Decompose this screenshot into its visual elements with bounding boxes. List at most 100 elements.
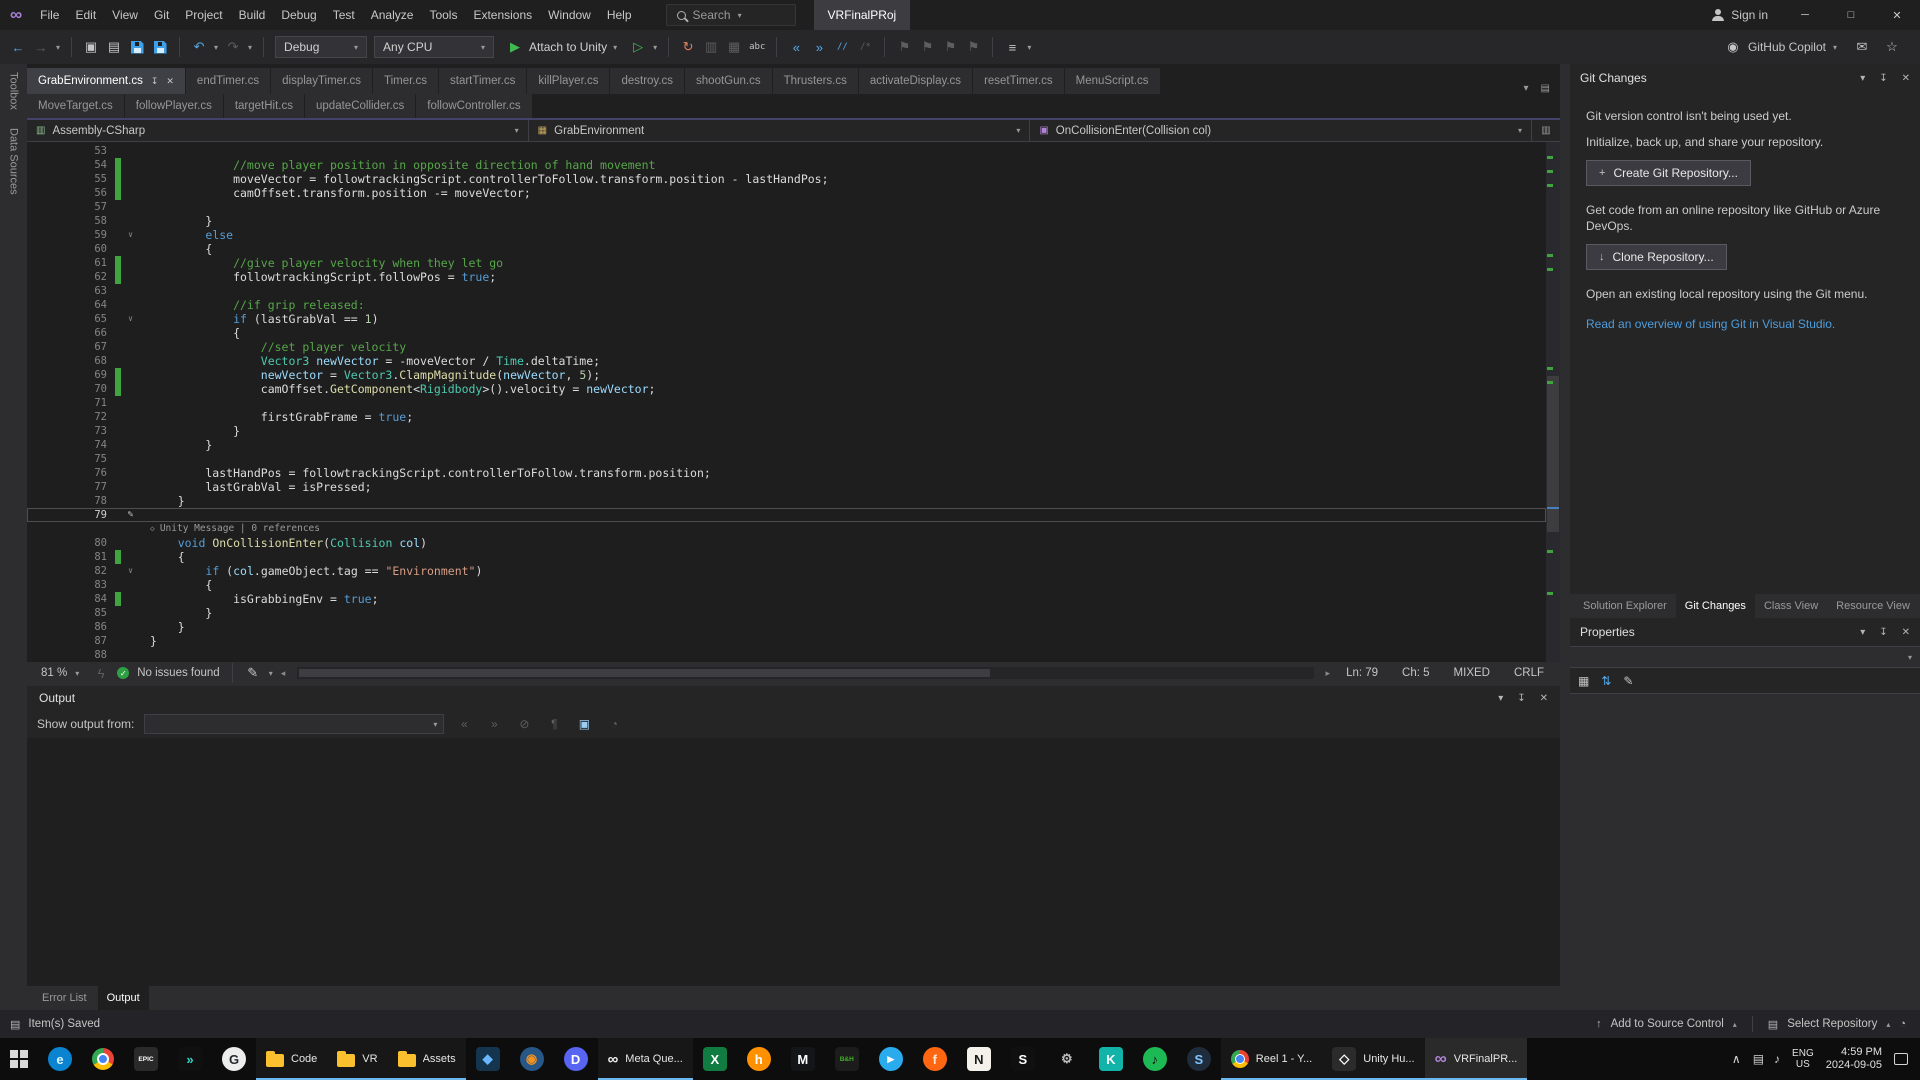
undo-caret-icon[interactable]: ▾: [214, 43, 218, 52]
tab-menuscript-cs[interactable]: MenuScript.cs: [1065, 68, 1160, 94]
output-panel-body[interactable]: [27, 738, 1560, 986]
toolbar-options-caret-icon[interactable]: ▾: [1027, 43, 1031, 52]
clone-repository-button[interactable]: ↓ Clone Repository...: [1586, 244, 1727, 270]
properties-object-combobox[interactable]: ▾: [1570, 646, 1920, 668]
code-editor[interactable]: 5354 //move player position in opposite …: [27, 142, 1560, 662]
fold-chevron-icon[interactable]: ∨: [121, 228, 140, 242]
reel-browser-window[interactable]: Reel 1 - Y...: [1221, 1038, 1322, 1080]
notification-center-icon[interactable]: [1894, 1053, 1908, 1065]
tab-starttimer-cs[interactable]: startTimer.cs: [439, 68, 526, 94]
navigate-back-icon[interactable]: ←: [10, 37, 26, 57]
code-row[interactable]: 74 }: [27, 438, 1546, 452]
vr-folder-window[interactable]: VR: [327, 1038, 387, 1080]
code-row[interactable]: 79✎: [27, 508, 1546, 522]
attach-to-unity-button[interactable]: ▶ Attach to Unity ▾: [501, 35, 623, 59]
tab-targethit-cs[interactable]: targetHit.cs: [224, 94, 304, 118]
minimize-button[interactable]: ─: [1782, 0, 1828, 30]
notion-icon[interactable]: N: [957, 1038, 1001, 1080]
git-close-icon[interactable]: ✕: [1902, 73, 1910, 84]
create-git-repository-button[interactable]: + Create Git Repository...: [1586, 160, 1751, 186]
bottom-tab-error-list[interactable]: Error List: [33, 986, 96, 1010]
panel-tab-class-view[interactable]: Class View: [1755, 594, 1827, 618]
output-next-message-icon[interactable]: »: [484, 717, 504, 731]
code-row[interactable]: 56 camOffset.transform.position -= moveV…: [27, 186, 1546, 200]
line-ending-indicator[interactable]: CRLF: [1506, 667, 1552, 679]
undo-icon[interactable]: ↶: [191, 37, 207, 57]
new-file-icon[interactable]: ▣: [83, 37, 99, 57]
sidebar-tab-toolbox[interactable]: Toolbox: [8, 72, 20, 110]
code-row[interactable]: 55 moveVector = followtrackingScript.con…: [27, 172, 1546, 186]
code-row[interactable]: 53: [27, 144, 1546, 158]
redo-caret-icon[interactable]: ▾: [248, 43, 252, 52]
output-pin-icon[interactable]: ↧: [1517, 693, 1525, 704]
code-row[interactable]: 58 }: [27, 214, 1546, 228]
favorites-icon[interactable]: ☆: [1884, 37, 1900, 57]
code-row[interactable]: 59∨ else: [27, 228, 1546, 242]
indent-increase-icon[interactable]: »: [811, 37, 827, 57]
start-caret-icon[interactable]: ▾: [653, 43, 657, 52]
honey-icon[interactable]: h: [737, 1038, 781, 1080]
pin-tab-icon[interactable]: ↧: [151, 76, 159, 87]
split-editor-icon[interactable]: ▥: [1532, 120, 1560, 141]
sidebar-tab-data-sources[interactable]: Data Sources: [8, 128, 20, 195]
menu-project[interactable]: Project: [177, 0, 230, 30]
editor-vertical-scrollbar[interactable]: [1546, 142, 1560, 662]
menu-edit[interactable]: Edit: [67, 0, 104, 30]
telegram-icon[interactable]: ▸: [869, 1038, 913, 1080]
hscroll-thumb[interactable]: [299, 669, 990, 677]
code-row[interactable]: 76 lastHandPos = followtrackingScript.co…: [27, 466, 1546, 480]
code-row[interactable]: 86 }: [27, 620, 1546, 634]
open-documents-list-icon[interactable]: ▾: [1524, 83, 1529, 94]
firefox-icon[interactable]: f: [913, 1038, 957, 1080]
output-source-select[interactable]: ▾: [144, 714, 444, 734]
output-clear-all-icon[interactable]: ⊘: [514, 717, 534, 731]
menu-analyze[interactable]: Analyze: [363, 0, 422, 30]
menu-build[interactable]: Build: [231, 0, 274, 30]
excel-icon[interactable]: X: [693, 1038, 737, 1080]
taskbar-clock[interactable]: 4:59 PM 2024-09-05: [1826, 1046, 1882, 1072]
redo-icon[interactable]: ↷: [225, 37, 241, 57]
fold-chevron-icon[interactable]: ∨: [121, 312, 140, 326]
break-all-icon[interactable]: ▥: [703, 37, 719, 57]
file-structure-icon[interactable]: ▦: [726, 37, 742, 57]
code-row[interactable]: 71: [27, 396, 1546, 410]
properties-categorized-icon[interactable]: ▦: [1578, 674, 1589, 688]
tab-killplayer-cs[interactable]: killPlayer.cs: [527, 68, 609, 94]
code-row[interactable]: 81 {: [27, 550, 1546, 564]
encoding-indicator[interactable]: MIXED: [1446, 667, 1498, 679]
output-window-position-icon[interactable]: ▾: [1498, 693, 1503, 704]
tab-shootgun-cs[interactable]: shootGun.cs: [685, 68, 772, 94]
properties-property-pages-icon[interactable]: ✎: [1623, 674, 1633, 688]
editor-health-icon[interactable]: ϟ: [93, 663, 109, 683]
code-cleanup-caret-icon[interactable]: ▾: [269, 669, 273, 678]
notifications-bell-icon[interactable]: ◔: [1899, 1018, 1906, 1030]
properties-alphabetical-icon[interactable]: ⇅: [1601, 674, 1611, 688]
language-indicator[interactable]: ENG US: [1792, 1048, 1814, 1070]
toolbar-options-icon[interactable]: ≡: [1004, 37, 1020, 57]
select-repository-caret-icon[interactable]: ▴: [1886, 1020, 1890, 1029]
chrome-icon[interactable]: [82, 1038, 124, 1080]
menu-window[interactable]: Window: [540, 0, 599, 30]
start-button[interactable]: [0, 1038, 38, 1080]
edge-browser-icon[interactable]: e: [38, 1038, 82, 1080]
output-prev-message-icon[interactable]: «: [454, 717, 474, 731]
panel-tab-git-changes[interactable]: Git Changes: [1676, 594, 1755, 618]
code-row[interactable]: 65∨ if (lastGrabVal == 1): [27, 312, 1546, 326]
github-copilot-button[interactable]: ◉ GitHub Copilot ▾: [1725, 37, 1837, 57]
output-toggle-window-icon[interactable]: ▣: [574, 717, 594, 731]
asset-store-icon[interactable]: ◆: [466, 1038, 510, 1080]
code-row[interactable]: 70 camOffset.GetComponent<Rigidbody>().v…: [27, 382, 1546, 396]
code-row[interactable]: 83 {: [27, 578, 1546, 592]
code-row[interactable]: 77 lastGrabVal = isPressed;: [27, 480, 1546, 494]
bookmark-toggle-icon[interactable]: ⚑: [896, 37, 912, 57]
code-row[interactable]: 54 //move player position in opposite di…: [27, 158, 1546, 172]
code-row[interactable]: 66 {: [27, 326, 1546, 340]
code-row[interactable]: 67 //set player velocity: [27, 340, 1546, 354]
panel-tab-solution-explorer[interactable]: Solution Explorer: [1574, 594, 1676, 618]
code-row[interactable]: 87}: [27, 634, 1546, 648]
column-indicator[interactable]: Ch: 5: [1394, 667, 1438, 679]
git-overview-link[interactable]: Read an overview of using Git in Visual …: [1586, 316, 1835, 332]
editor-horizontal-scrollbar[interactable]: [297, 667, 1313, 679]
bookmark-window-icon[interactable]: ⚑: [965, 37, 981, 57]
code-row[interactable]: 69 newVector = Vector3.ClampMagnitude(ne…: [27, 368, 1546, 382]
